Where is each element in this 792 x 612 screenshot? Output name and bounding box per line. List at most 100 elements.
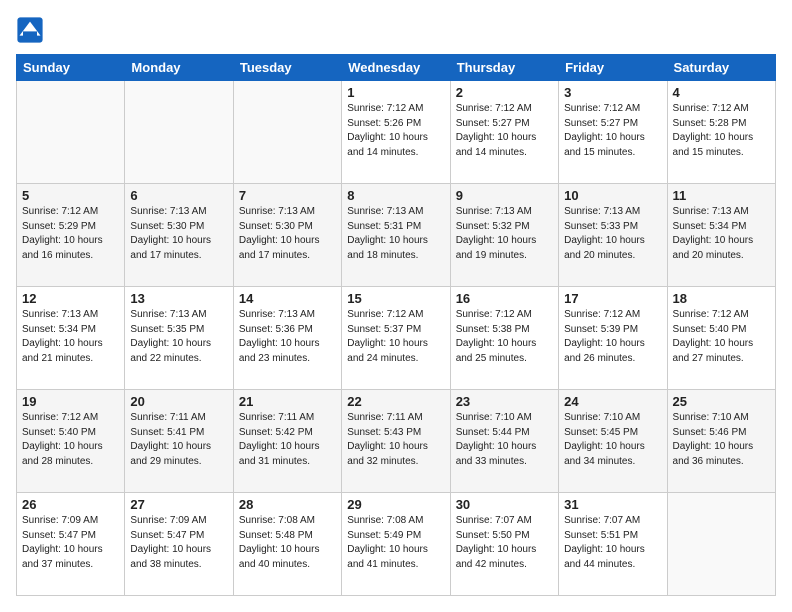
day-header-monday: Monday	[125, 55, 233, 81]
day-info: Sunrise: 7:12 AM Sunset: 5:39 PM Dayligh…	[564, 308, 661, 366]
calendar-cell: 25 Sunrise: 7:10 AM Sunset: 5:46 PM Dayli…	[667, 390, 775, 493]
day-number: 25	[673, 394, 770, 409]
calendar-cell: 7 Sunrise: 7:13 AM Sunset: 5:30 PM Daylig…	[233, 184, 341, 287]
logo-icon	[16, 16, 44, 44]
day-number: 29	[347, 497, 444, 512]
calendar-cell: 10 Sunrise: 7:13 AM Sunset: 5:33 PM Dayli…	[559, 184, 667, 287]
calendar-cell: 31Sunrise: 7:07 AM Sunset: 5:51 PM Dayli…	[559, 493, 667, 596]
day-header-friday: Friday	[559, 55, 667, 81]
day-number: 19	[22, 394, 119, 409]
logo	[16, 16, 48, 44]
day-info: Sunrise: 7:13 AM Sunset: 5:31 PM Dayligh…	[347, 205, 444, 263]
calendar-week-row: 1 Sunrise: 7:12 AM Sunset: 5:26 PM Daylig…	[17, 81, 776, 184]
calendar-cell: 24 Sunrise: 7:10 AM Sunset: 5:45 PM Dayli…	[559, 390, 667, 493]
calendar-cell: 22 Sunrise: 7:11 AM Sunset: 5:43 PM Dayli…	[342, 390, 450, 493]
day-number: 27	[130, 497, 227, 512]
calendar-cell: 16 Sunrise: 7:12 AM Sunset: 5:38 PM Dayli…	[450, 287, 558, 390]
calendar-cell: 14 Sunrise: 7:13 AM Sunset: 5:36 PM Dayli…	[233, 287, 341, 390]
day-info: Sunrise: 7:12 AM Sunset: 5:27 PM Dayligh…	[564, 102, 661, 160]
calendar-cell: 1 Sunrise: 7:12 AM Sunset: 5:26 PM Daylig…	[342, 81, 450, 184]
calendar-cell	[125, 81, 233, 184]
calendar-cell: 21Sunrise: 7:11 AM Sunset: 5:42 PM Dayli…	[233, 390, 341, 493]
day-info: Sunrise: 7:12 AM Sunset: 5:40 PM Dayligh…	[673, 308, 770, 366]
day-info: Sunrise: 7:13 AM Sunset: 5:32 PM Dayligh…	[456, 205, 553, 263]
day-info: Sunrise: 7:12 AM Sunset: 5:29 PM Dayligh…	[22, 205, 119, 263]
day-header-sunday: Sunday	[17, 55, 125, 81]
day-info: Sunrise: 7:13 AM Sunset: 5:30 PM Dayligh…	[239, 205, 336, 263]
day-number: 23	[456, 394, 553, 409]
header	[16, 16, 776, 44]
day-number: 11	[673, 188, 770, 203]
day-number: 18	[673, 291, 770, 306]
day-number: 26	[22, 497, 119, 512]
calendar-week-row: 26 Sunrise: 7:09 AM Sunset: 5:47 PM Dayli…	[17, 493, 776, 596]
day-info: Sunrise: 7:13 AM Sunset: 5:34 PM Dayligh…	[673, 205, 770, 263]
calendar-cell: 8Sunrise: 7:13 AM Sunset: 5:31 PM Daylig…	[342, 184, 450, 287]
calendar-page: SundayMondayTuesdayWednesdayThursdayFrid…	[0, 0, 792, 612]
day-number: 14	[239, 291, 336, 306]
calendar-table: SundayMondayTuesdayWednesdayThursdayFrid…	[16, 54, 776, 596]
calendar-cell	[233, 81, 341, 184]
day-number: 12	[22, 291, 119, 306]
day-info: Sunrise: 7:13 AM Sunset: 5:34 PM Dayligh…	[22, 308, 119, 366]
calendar-cell: 11 Sunrise: 7:13 AM Sunset: 5:34 PM Dayli…	[667, 184, 775, 287]
day-number: 28	[239, 497, 336, 512]
day-number: 22	[347, 394, 444, 409]
day-info: Sunrise: 7:13 AM Sunset: 5:30 PM Dayligh…	[130, 205, 227, 263]
day-info: Sunrise: 7:12 AM Sunset: 5:38 PM Dayligh…	[456, 308, 553, 366]
day-number: 15	[347, 291, 444, 306]
calendar-cell: 18 Sunrise: 7:12 AM Sunset: 5:40 PM Dayli…	[667, 287, 775, 390]
calendar-cell: 6Sunrise: 7:13 AM Sunset: 5:30 PM Daylig…	[125, 184, 233, 287]
day-info: Sunrise: 7:10 AM Sunset: 5:44 PM Dayligh…	[456, 411, 553, 469]
day-number: 17	[564, 291, 661, 306]
day-number: 31	[564, 497, 661, 512]
calendar-cell	[17, 81, 125, 184]
calendar-cell: 12 Sunrise: 7:13 AM Sunset: 5:34 PM Dayli…	[17, 287, 125, 390]
calendar-cell: 20Sunrise: 7:11 AM Sunset: 5:41 PM Dayli…	[125, 390, 233, 493]
day-number: 16	[456, 291, 553, 306]
day-info: Sunrise: 7:13 AM Sunset: 5:35 PM Dayligh…	[130, 308, 227, 366]
calendar-cell	[667, 493, 775, 596]
day-header-wednesday: Wednesday	[342, 55, 450, 81]
calendar-cell: 2 Sunrise: 7:12 AM Sunset: 5:27 PM Daylig…	[450, 81, 558, 184]
day-info: Sunrise: 7:12 AM Sunset: 5:26 PM Dayligh…	[347, 102, 444, 160]
calendar-cell: 26 Sunrise: 7:09 AM Sunset: 5:47 PM Dayli…	[17, 493, 125, 596]
calendar-cell: 19 Sunrise: 7:12 AM Sunset: 5:40 PM Dayli…	[17, 390, 125, 493]
day-number: 30	[456, 497, 553, 512]
day-info: Sunrise: 7:12 AM Sunset: 5:37 PM Dayligh…	[347, 308, 444, 366]
day-number: 2	[456, 85, 553, 100]
calendar-cell: 17 Sunrise: 7:12 AM Sunset: 5:39 PM Dayli…	[559, 287, 667, 390]
day-info: Sunrise: 7:10 AM Sunset: 5:45 PM Dayligh…	[564, 411, 661, 469]
calendar-cell: 27 Sunrise: 7:09 AM Sunset: 5:47 PM Dayli…	[125, 493, 233, 596]
day-number: 7	[239, 188, 336, 203]
day-info: Sunrise: 7:09 AM Sunset: 5:47 PM Dayligh…	[130, 514, 227, 572]
day-info: Sunrise: 7:12 AM Sunset: 5:27 PM Dayligh…	[456, 102, 553, 160]
calendar-header-row: SundayMondayTuesdayWednesdayThursdayFrid…	[17, 55, 776, 81]
day-info: Sunrise: 7:11 AM Sunset: 5:41 PM Dayligh…	[130, 411, 227, 469]
day-info: Sunrise: 7:13 AM Sunset: 5:33 PM Dayligh…	[564, 205, 661, 263]
day-info: Sunrise: 7:10 AM Sunset: 5:46 PM Dayligh…	[673, 411, 770, 469]
day-info: Sunrise: 7:13 AM Sunset: 5:36 PM Dayligh…	[239, 308, 336, 366]
day-number: 4	[673, 85, 770, 100]
day-number: 24	[564, 394, 661, 409]
day-info: Sunrise: 7:09 AM Sunset: 5:47 PM Dayligh…	[22, 514, 119, 572]
day-number: 1	[347, 85, 444, 100]
calendar-cell: 15 Sunrise: 7:12 AM Sunset: 5:37 PM Dayli…	[342, 287, 450, 390]
calendar-cell: 9 Sunrise: 7:13 AM Sunset: 5:32 PM Daylig…	[450, 184, 558, 287]
calendar-cell: 30 Sunrise: 7:07 AM Sunset: 5:50 PM Dayli…	[450, 493, 558, 596]
calendar-cell: 13Sunrise: 7:13 AM Sunset: 5:35 PM Dayli…	[125, 287, 233, 390]
day-info: Sunrise: 7:11 AM Sunset: 5:43 PM Dayligh…	[347, 411, 444, 469]
day-info: Sunrise: 7:12 AM Sunset: 5:40 PM Dayligh…	[22, 411, 119, 469]
day-info: Sunrise: 7:12 AM Sunset: 5:28 PM Dayligh…	[673, 102, 770, 160]
day-number: 5	[22, 188, 119, 203]
calendar-week-row: 12 Sunrise: 7:13 AM Sunset: 5:34 PM Dayli…	[17, 287, 776, 390]
calendar-cell: 5 Sunrise: 7:12 AM Sunset: 5:29 PM Daylig…	[17, 184, 125, 287]
day-info: Sunrise: 7:07 AM Sunset: 5:50 PM Dayligh…	[456, 514, 553, 572]
calendar-week-row: 5 Sunrise: 7:12 AM Sunset: 5:29 PM Daylig…	[17, 184, 776, 287]
calendar-cell: 3Sunrise: 7:12 AM Sunset: 5:27 PM Daylig…	[559, 81, 667, 184]
day-number: 9	[456, 188, 553, 203]
calendar-cell: 29 Sunrise: 7:08 AM Sunset: 5:49 PM Dayli…	[342, 493, 450, 596]
calendar-cell: 28Sunrise: 7:08 AM Sunset: 5:48 PM Dayli…	[233, 493, 341, 596]
day-info: Sunrise: 7:08 AM Sunset: 5:49 PM Dayligh…	[347, 514, 444, 572]
day-number: 10	[564, 188, 661, 203]
